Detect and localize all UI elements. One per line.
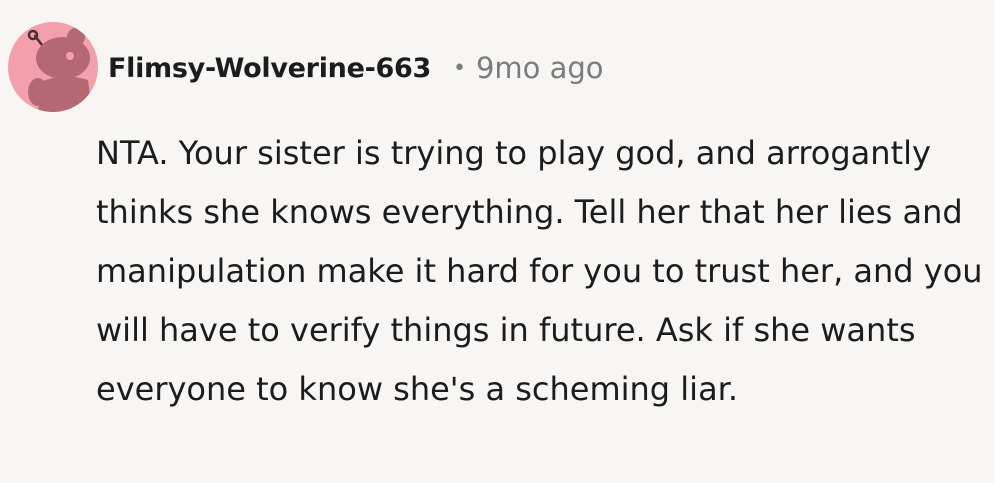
- comment-body: NTA. Your sister is trying to play god, …: [96, 134, 983, 408]
- author-username[interactable]: Flimsy-Wolverine-663: [108, 53, 431, 84]
- reddit-snoo-icon: [27, 28, 92, 112]
- comment-meta: Flimsy-Wolverine-663 • 9mo ago: [108, 46, 604, 90]
- comment: Flimsy-Wolverine-663 • 9mo ago NTA. Your…: [0, 0, 995, 483]
- comment-timestamp[interactable]: 9mo ago: [476, 51, 604, 85]
- user-avatar[interactable]: [8, 22, 98, 112]
- meta-separator: •: [452, 55, 466, 81]
